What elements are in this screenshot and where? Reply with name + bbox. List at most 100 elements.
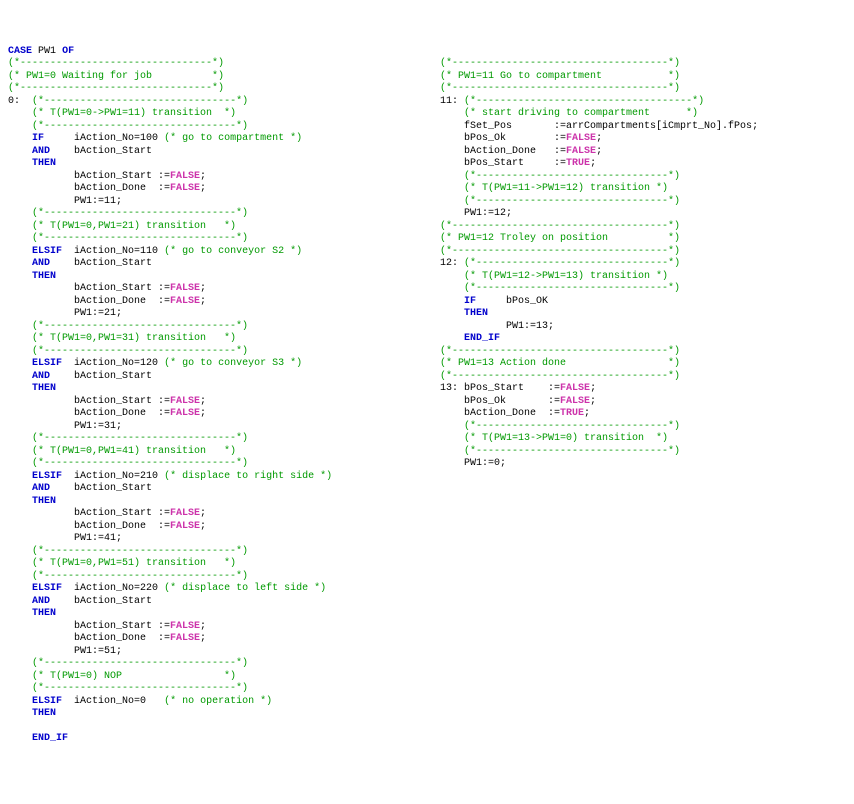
val-false: FALSE	[560, 383, 590, 394]
right-column: (*------------------------------------*)…	[440, 46, 758, 471]
sep: (*--------------------------------*)	[32, 571, 248, 582]
txt: bAction_Start	[74, 596, 152, 607]
code-columns: CASE PW1 OF (*--------------------------…	[8, 46, 846, 746]
sep11: (*------------------------------------*)	[440, 371, 680, 382]
sc: ;	[590, 383, 596, 394]
sc: ;	[200, 296, 206, 307]
sep: (*--------------------------------*)	[8, 83, 224, 94]
txt: bAction_Start :=	[74, 396, 170, 407]
sep11: (*------------------------------------*)	[440, 58, 680, 69]
pw1-51: PW1:=51;	[74, 646, 122, 657]
pw12-header: (* PW1=12 Troley on position *)	[440, 233, 680, 244]
sc: ;	[596, 146, 602, 157]
t-pw10-51: (* T(PW1=0,PW1=51) transition *)	[32, 558, 236, 569]
pw11-header: (* PW1=11 Go to compartment *)	[440, 71, 680, 82]
label-0: 0:	[8, 96, 20, 107]
txt: bAction_Start :=	[74, 508, 170, 519]
kw-then: THEN	[464, 308, 488, 319]
sep: (*--------------------------------*)	[8, 58, 224, 69]
case-var: PW1	[38, 46, 56, 57]
txt: bAction_Start :=	[74, 621, 170, 632]
sep11: (*------------------------------------*)	[440, 246, 680, 257]
val-true: TRUE	[566, 158, 590, 169]
sc: ;	[200, 621, 206, 632]
sep: (*--------------------------------*)	[464, 171, 680, 182]
bpos-start13: bPos_Start :=	[464, 383, 560, 394]
val-true: TRUE	[560, 408, 584, 419]
sep11: (*------------------------------------*)	[464, 96, 704, 107]
kw-then: THEN	[32, 271, 56, 282]
t-11-12: (* T(PW1=11->PW1=12) transition *)	[464, 183, 668, 194]
pw13-header: (* PW1=13 Action done *)	[440, 358, 680, 369]
txt: iAction_No=120	[74, 358, 158, 369]
pw1-11: PW1:=11;	[74, 196, 122, 207]
val-false: FALSE	[170, 171, 200, 182]
sep: (*--------------------------------*)	[464, 258, 680, 269]
bpos-ok13: bPos_Ok :=	[464, 396, 560, 407]
sc: ;	[200, 183, 206, 194]
bpos-ok: bPos_Ok :=	[464, 133, 566, 144]
sep: (*--------------------------------*)	[464, 421, 680, 432]
label-13: 13:	[440, 383, 458, 394]
val-false: FALSE	[560, 396, 590, 407]
txt: bAction_Start	[74, 483, 152, 494]
txt: bAction_Start	[74, 258, 152, 269]
sep: (*--------------------------------*)	[32, 458, 248, 469]
sep11: (*------------------------------------*)	[440, 346, 680, 357]
txt: bAction_Done :=	[74, 633, 170, 644]
kw-elsif: ELSIF	[32, 246, 62, 257]
val-false: FALSE	[170, 408, 200, 419]
cmt-go-s2: (* go to conveyor S2 *)	[164, 246, 302, 257]
txt: iAction_No=210	[74, 471, 158, 482]
kw-and: AND	[32, 483, 50, 494]
cmt-start-drive: (* start driving to compartment *)	[464, 108, 698, 119]
kw-then: THEN	[32, 496, 56, 507]
kw-and: AND	[32, 596, 50, 607]
txt: bAction_Done :=	[74, 183, 170, 194]
t-pw10-nop: (* T(PW1=0) NOP *)	[32, 671, 236, 682]
sc: ;	[584, 408, 590, 419]
txt: iAction_No=220	[74, 583, 158, 594]
left-column: CASE PW1 OF (*--------------------------…	[8, 46, 428, 746]
cmt-disp-l: (* displace to left side *)	[164, 583, 326, 594]
sc: ;	[200, 633, 206, 644]
txt: bAction_Start	[74, 146, 152, 157]
sc: ;	[200, 171, 206, 182]
kw-of: OF	[62, 46, 74, 57]
val-false: FALSE	[170, 283, 200, 294]
sc: ;	[200, 396, 206, 407]
kw-elsif: ELSIF	[32, 358, 62, 369]
t-pw10-41: (* T(PW1=0,PW1=41) transition *)	[32, 446, 236, 457]
val-false: FALSE	[170, 508, 200, 519]
txt: iAction_No=0	[74, 696, 146, 707]
val-false: FALSE	[170, 296, 200, 307]
bpos-ok-chk: bPos_OK	[506, 296, 548, 307]
txt: iAction_No=110	[74, 246, 158, 257]
bpos-start: bPos_Start :=	[464, 158, 566, 169]
sep: (*--------------------------------*)	[32, 346, 248, 357]
sc: ;	[590, 158, 596, 169]
cmt-noop: (* no operation *)	[164, 696, 272, 707]
sep: (*--------------------------------*)	[464, 446, 680, 457]
t-pw10-11: (* T(PW1=0->PW1=11) transition *)	[32, 108, 236, 119]
txt: bAction_Done :=	[74, 296, 170, 307]
sc: ;	[200, 408, 206, 419]
kw-elsif: ELSIF	[32, 471, 62, 482]
sep: (*--------------------------------*)	[32, 658, 248, 669]
kw-and: AND	[32, 371, 50, 382]
fset: fSet_Pos :=arrCompartments[iCmprt_No].fP…	[464, 121, 758, 132]
cmt-go-comp: (* go to compartment *)	[164, 133, 302, 144]
val-false: FALSE	[566, 133, 596, 144]
t-12-13: (* T(PW1=12->PW1=13) transition *)	[464, 271, 668, 282]
label-12: 12:	[440, 258, 458, 269]
sep: (*--------------------------------*)	[32, 546, 248, 557]
kw-and: AND	[32, 146, 50, 157]
sc: ;	[200, 521, 206, 532]
val-false: FALSE	[566, 146, 596, 157]
txt: bAction_Start	[74, 371, 152, 382]
pw1-31: PW1:=31;	[74, 421, 122, 432]
kw-case: CASE	[8, 46, 32, 57]
sc: ;	[590, 396, 596, 407]
kw-elsif: ELSIF	[32, 696, 62, 707]
sc: ;	[200, 283, 206, 294]
